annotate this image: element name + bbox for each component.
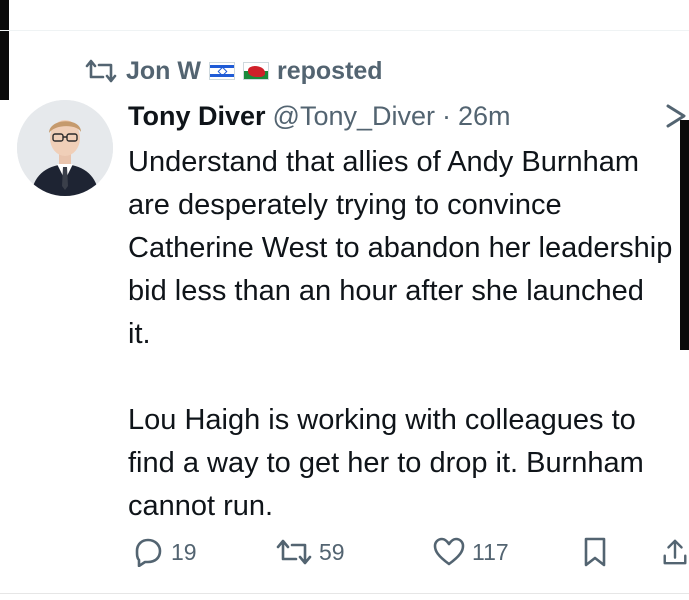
heart-icon	[433, 537, 465, 566]
share-icon	[663, 539, 687, 565]
repost-icon	[276, 539, 312, 565]
share-button[interactable]	[661, 532, 689, 572]
tweet-timestamp[interactable]: 26m	[458, 101, 511, 132]
repost-context: Jon W reposted	[84, 54, 383, 88]
repost-count: 59	[319, 538, 345, 565]
reply-icon	[135, 538, 162, 567]
tweet-header: Tony Diver @Tony_Diver · 26m	[128, 96, 511, 136]
screen-edge-left	[0, 0, 9, 100]
more-options-icon[interactable]	[660, 98, 689, 134]
repost-label: reposted	[277, 56, 383, 85]
like-count: 117	[472, 538, 509, 565]
like-button[interactable]: 117	[432, 532, 509, 572]
israel-flag-icon	[209, 62, 235, 80]
author-handle[interactable]: @Tony_Diver	[273, 101, 435, 132]
repost-button[interactable]: 59	[275, 532, 345, 572]
author-name[interactable]: Tony Diver	[128, 101, 266, 132]
screen-edge-right	[680, 120, 689, 350]
reply-count: 19	[171, 538, 197, 565]
repost-icon	[84, 58, 118, 84]
reply-button[interactable]: 19	[131, 532, 197, 572]
wales-flag-icon	[243, 62, 269, 80]
bookmark-button[interactable]	[581, 532, 609, 572]
divider-bottom	[0, 593, 689, 594]
avatar[interactable]	[17, 100, 113, 196]
tweet-paragraph: Understand that allies of Andy Burnham a…	[128, 146, 673, 350]
separator-dot: ·	[442, 100, 451, 131]
tweet-body: Understand that allies of Andy Burnham a…	[128, 141, 673, 528]
action-bar: 19 59 117	[0, 532, 689, 572]
divider-top	[0, 30, 689, 31]
reposter-name[interactable]: Jon W	[126, 57, 201, 86]
bookmark-icon	[584, 537, 606, 567]
tweet-paragraph: Lou Haigh is working with colleagues to …	[128, 404, 644, 522]
